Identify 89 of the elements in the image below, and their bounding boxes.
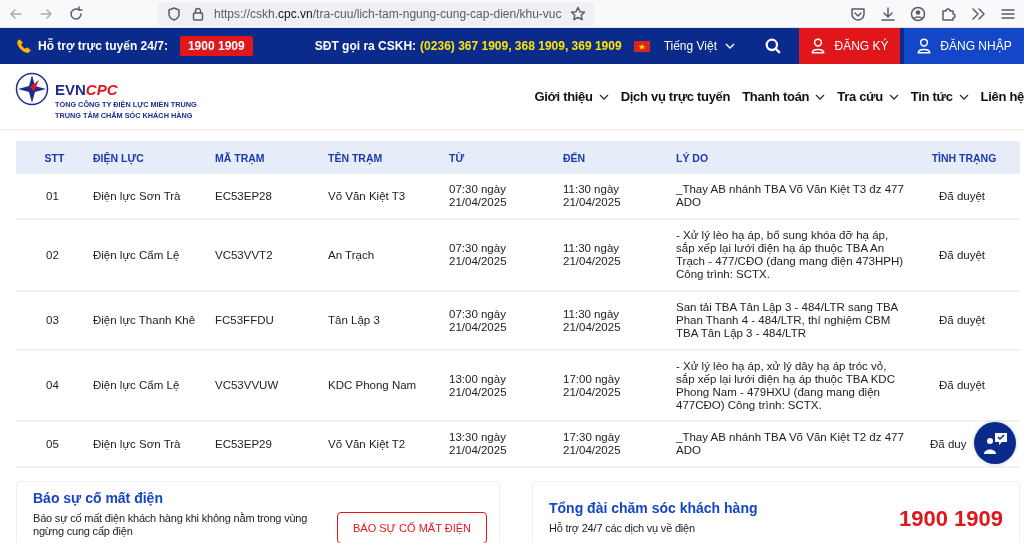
table-cell: Võ Văn Kiệt T2 <box>328 422 449 468</box>
table-cell: - Xử lý lèo hạ áp, bổ sung khóa đỡ hạ áp, sắp xếp lại lưới điện hạ áp thuộc TBA An Trạch - 477/CĐO (đang mang điện 473HPH) Công trình: SCTX. <box>676 220 908 292</box>
table-cell: Võ Văn Kiệt T3 <box>328 174 449 220</box>
table-cell: Điện lực Sơn Trà <box>93 174 215 220</box>
hotline-number[interactable]: 1900 1909 <box>179 36 253 56</box>
menu-item[interactable]: Liên hệ <box>980 89 1024 104</box>
hotline-number: 1900 1909 <box>899 506 1003 532</box>
star-icon[interactable] <box>569 5 586 22</box>
phone-icon <box>16 38 32 54</box>
column-header: TÌNH TRẠNG <box>908 141 1020 174</box>
table-cell: Đã duyệt <box>908 292 1020 351</box>
table-cell: _Thay AB nhánh TBA Võ Văn Kiệt T3 đz 477 ADO <box>676 174 908 220</box>
table-cell: - Xử lý lèo hạ áp, xử lý dây hạ áp tróc vỏ, sắp xếp lại lưới điện hạ áp thuộc TBA KDC Phong Nam - 479HXU (đang mang điện 477CĐO) Công trình: SCTX. <box>676 351 908 422</box>
logo-wordmark: EVNCPC <box>55 81 119 99</box>
pocket-icon[interactable] <box>850 5 866 22</box>
card-text: Báo sự cố mất điện khách hàng khi không nằm trong vùng ngừng cung cấp điện <box>33 512 309 538</box>
chevron-down-icon <box>815 93 826 100</box>
table-cell: Điện lực Thanh Khê <box>93 292 215 351</box>
reload-icon[interactable] <box>68 5 84 22</box>
search-icon[interactable] <box>765 38 781 54</box>
table-cell: 05 <box>16 422 93 468</box>
table-cell: 11:30 ngày 21/04/2025 <box>563 220 676 292</box>
menu-item[interactable]: Tin tức <box>910 89 969 104</box>
table-cell: VC53VVT2 <box>215 220 328 292</box>
shield-icon <box>166 5 182 22</box>
column-header: MÃ TRẠM <box>215 141 328 174</box>
table-cell: Tân Lập 3 <box>328 292 449 351</box>
table-cell: Điện lực Sơn Trà <box>93 422 215 468</box>
chevrons-icon[interactable] <box>970 5 986 22</box>
language-selector[interactable]: Tiếng Việt <box>657 28 741 64</box>
table-cell: 04 <box>16 351 93 422</box>
table-cell: _Thay AB nhánh TBA Võ Văn Kiệt T2 đz 477 ADO <box>676 422 908 468</box>
chevron-down-icon <box>725 43 735 49</box>
column-header: ĐẾN <box>563 141 676 174</box>
report-outage-button[interactable]: BÁO SỰ CỐ MẤT ĐIỆN <box>337 512 487 543</box>
chat-button[interactable] <box>974 422 1016 464</box>
table-cell: EC53EP29 <box>215 422 328 468</box>
table-cell: Đã duyệt <box>908 220 1020 292</box>
table-cell: 11:30 ngày 21/04/2025 <box>563 174 676 220</box>
column-header: ĐIỆN LỰC <box>93 141 215 174</box>
card-text: Hỗ trợ 24/7 các dịch vụ về điện <box>549 522 696 535</box>
register-button[interactable]: ĐĂNG KÝ <box>799 28 900 64</box>
table-cell: 07:30 ngày 21/04/2025 <box>449 220 563 292</box>
column-header: STT <box>16 141 93 174</box>
download-icon[interactable] <box>880 5 896 22</box>
chat-support-icon <box>982 431 1008 455</box>
cskh-numbers: (0236) 367 1909, 368 1909, 369 1909 <box>420 39 622 53</box>
table-cell: 17:00 ngày 21/04/2025 <box>563 351 676 422</box>
table-cell: Điện lực Cẩm Lệ <box>93 351 215 422</box>
user-icon <box>916 38 933 54</box>
table-cell: FC53FFDU <box>215 292 328 351</box>
table-cell: 07:30 ngày 21/04/2025 <box>449 292 563 351</box>
chevron-down-icon <box>958 93 969 100</box>
table-cell: An Trạch <box>328 220 449 292</box>
column-header: TÊN TRẠM <box>328 141 449 174</box>
chevron-down-icon <box>598 93 609 100</box>
puzzle-icon[interactable] <box>940 5 956 22</box>
table-cell: San tải TBA Tân Lập 3 - 484/LTR sang TBA Phan Thanh 4 - 484/LTR, thí nghiệm CBM TBA Tân Lập 3 - 484/LTR <box>676 292 908 351</box>
table-cell: VC53VVUW <box>215 351 328 422</box>
logo-icon[interactable] <box>15 72 49 106</box>
table-cell: Điện lực Cẩm Lệ <box>93 220 215 292</box>
column-header: LÝ DO <box>676 141 908 174</box>
table-cell: Đã duyệt <box>908 174 1020 220</box>
flag-icon <box>633 40 650 52</box>
table-cell: EC53EP28 <box>215 174 328 220</box>
table-cell: 17:30 ngày 21/04/2025 <box>563 422 676 468</box>
table-cell: 13:00 ngày 21/04/2025 <box>449 351 563 422</box>
menu-item[interactable]: Tra cứu <box>837 89 899 104</box>
menu-item[interactable]: Dịch vụ trực tuyến <box>620 89 731 104</box>
table-cell: 11:30 ngày 21/04/2025 <box>563 292 676 351</box>
lock-icon <box>190 5 206 22</box>
card-title: Tổng đài chăm sóc khách hàng <box>549 500 759 516</box>
login-button[interactable]: ĐĂNG NHẬP <box>904 28 1024 64</box>
table-cell: 03 <box>16 292 93 351</box>
card-title: Báo sự cố mất điện <box>33 490 164 506</box>
table-cell: KDC Phong Nam <box>328 351 449 422</box>
hotline-label: Hỗ trợ trực tuyến 24/7: <box>38 39 168 53</box>
account-icon[interactable] <box>910 5 926 22</box>
menu-item[interactable]: Giới thiệu <box>534 89 609 104</box>
table-cell: Đã duyệt <box>908 351 1020 422</box>
table-cell: 07:30 ngày 21/04/2025 <box>449 174 563 220</box>
user-icon <box>810 38 827 54</box>
cskh-label: SĐT gọi ra CSKH: <box>314 39 417 53</box>
table-cell: 13:30 ngày 21/04/2025 <box>449 422 563 468</box>
table-cell: 01 <box>16 174 93 220</box>
table-cell: 02 <box>16 220 93 292</box>
column-header: TỪ <box>449 141 563 174</box>
menu-item[interactable]: Thanh toán <box>742 89 826 104</box>
chevron-down-icon <box>888 93 899 100</box>
